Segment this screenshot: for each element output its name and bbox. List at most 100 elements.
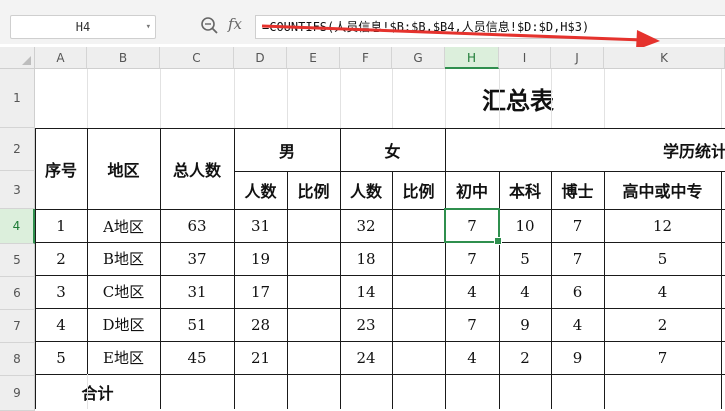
row-header-9[interactable]: 9 xyxy=(0,376,35,411)
header-total[interactable]: 总人数 xyxy=(160,128,234,209)
cell-seq[interactable]: 1 xyxy=(35,209,87,243)
cell-chuzhong[interactable]: 7 xyxy=(445,242,499,275)
row-header-3[interactable]: 3 xyxy=(0,171,35,209)
zoom-icon[interactable] xyxy=(200,16,220,36)
gridline xyxy=(445,69,446,128)
cell-female[interactable]: 18 xyxy=(340,242,392,275)
cell-benke[interactable]: 2 xyxy=(499,341,551,374)
cell-boshi[interactable]: 9 xyxy=(551,341,604,374)
cell-male[interactable]: 17 xyxy=(234,275,287,308)
column-header-h[interactable]: H xyxy=(445,47,499,69)
table-border xyxy=(604,171,605,409)
gridline xyxy=(551,69,552,128)
sheet-title[interactable]: 汇总表 xyxy=(35,69,725,128)
row-header-4[interactable]: 4 xyxy=(0,209,35,244)
gridline xyxy=(87,69,88,128)
row-header-5[interactable]: 5 xyxy=(0,244,35,277)
table-border xyxy=(340,128,341,409)
cell-gaozhong[interactable]: 7 xyxy=(604,341,721,374)
cell-male[interactable]: 28 xyxy=(234,308,287,341)
cell-benke[interactable]: 9 xyxy=(499,308,551,341)
fx-icon[interactable]: fx xyxy=(228,15,242,33)
row-header-2[interactable]: 2 xyxy=(0,128,35,171)
header-chuzhong[interactable]: 初中 xyxy=(445,171,499,209)
header-boshi[interactable]: 博士 xyxy=(551,171,604,209)
row-header-1[interactable]: 1 xyxy=(0,69,35,128)
cell-boshi[interactable]: 4 xyxy=(551,308,604,341)
cell-total[interactable]: 31 xyxy=(160,275,234,308)
header-seq[interactable]: 序号 xyxy=(35,128,87,209)
row-header-6[interactable]: 6 xyxy=(0,277,35,310)
cell-region[interactable]: E地区 xyxy=(87,341,160,374)
select-all-corner[interactable] xyxy=(0,47,35,69)
header-male[interactable]: 男 xyxy=(234,128,340,171)
cell-gaozhong[interactable]: 4 xyxy=(604,275,721,308)
cell-seq[interactable]: 2 xyxy=(35,242,87,275)
cell-region[interactable]: D地区 xyxy=(87,308,160,341)
cell-gaozhong[interactable]: 2 xyxy=(604,308,721,341)
cell-male[interactable]: 21 xyxy=(234,341,287,374)
table-border xyxy=(35,341,725,342)
column-header-b[interactable]: B xyxy=(87,47,160,69)
header-female[interactable]: 女 xyxy=(340,128,445,171)
header-education[interactable]: 学历统计 xyxy=(445,128,725,171)
cell-male[interactable]: 19 xyxy=(234,242,287,275)
fill-handle[interactable] xyxy=(494,237,502,245)
gridline xyxy=(604,69,605,128)
header-count-male[interactable]: 人数 xyxy=(234,171,287,209)
header-benke[interactable]: 本科 xyxy=(499,171,551,209)
cell-region[interactable]: A地区 xyxy=(87,209,160,243)
chevron-down-icon[interactable]: ▾ xyxy=(146,16,151,38)
cell-gaozhong[interactable]: 5 xyxy=(604,242,721,275)
header-region[interactable]: 地区 xyxy=(87,128,160,209)
column-header-g[interactable]: G xyxy=(392,47,445,69)
cell-seq[interactable]: 3 xyxy=(35,275,87,308)
column-header-i[interactable]: I xyxy=(499,47,551,69)
cell-benke[interactable]: 10 xyxy=(499,209,551,243)
cell-total[interactable]: 45 xyxy=(160,341,234,374)
column-header-c[interactable]: C xyxy=(160,47,234,69)
active-cell-h4[interactable] xyxy=(444,208,502,245)
column-header-f[interactable]: F xyxy=(340,47,392,69)
header-count-female[interactable]: 人数 xyxy=(340,171,392,209)
cell-benke[interactable]: 5 xyxy=(499,242,551,275)
table-border xyxy=(160,128,161,409)
total-label[interactable]: 合计 xyxy=(35,374,160,409)
cell-chuzhong[interactable]: 4 xyxy=(445,275,499,308)
cell-female[interactable]: 32 xyxy=(340,209,392,243)
cell-total[interactable]: 37 xyxy=(160,242,234,275)
cell-gaozhong[interactable]: 12 xyxy=(604,209,721,243)
cell-benke[interactable]: 4 xyxy=(499,275,551,308)
table-border xyxy=(35,308,725,309)
cell-chuzhong[interactable]: 7 xyxy=(445,308,499,341)
cell-female[interactable]: 14 xyxy=(340,275,392,308)
row-header-8[interactable]: 8 xyxy=(0,343,35,376)
cell-male[interactable]: 31 xyxy=(234,209,287,243)
column-header-e[interactable]: E xyxy=(287,47,340,69)
header-ratio-male[interactable]: 比例 xyxy=(287,171,340,209)
cell-region[interactable]: B地区 xyxy=(87,242,160,275)
cell-total[interactable]: 63 xyxy=(160,209,234,243)
column-header-a[interactable]: A xyxy=(35,47,87,69)
column-header-j[interactable]: J xyxy=(551,47,604,69)
cell-boshi[interactable]: 7 xyxy=(551,209,604,243)
name-box[interactable]: H4 ▾ xyxy=(10,15,156,39)
cell-female[interactable]: 24 xyxy=(340,341,392,374)
table-border xyxy=(35,209,725,210)
table-border xyxy=(234,171,725,172)
table-border xyxy=(35,242,725,243)
gridline xyxy=(234,69,235,128)
column-header-k[interactable]: K xyxy=(604,47,725,69)
cell-seq[interactable]: 4 xyxy=(35,308,87,341)
header-ratio-female[interactable]: 比例 xyxy=(392,171,445,209)
cell-boshi[interactable]: 6 xyxy=(551,275,604,308)
row-header-7[interactable]: 7 xyxy=(0,310,35,343)
cell-seq[interactable]: 5 xyxy=(35,341,87,374)
cell-total[interactable]: 51 xyxy=(160,308,234,341)
header-gaozhong[interactable]: 高中或中专 xyxy=(604,171,721,209)
cell-region[interactable]: C地区 xyxy=(87,275,160,308)
cell-chuzhong[interactable]: 4 xyxy=(445,341,499,374)
cell-boshi[interactable]: 7 xyxy=(551,242,604,275)
column-header-d[interactable]: D xyxy=(234,47,287,69)
cell-female[interactable]: 23 xyxy=(340,308,392,341)
